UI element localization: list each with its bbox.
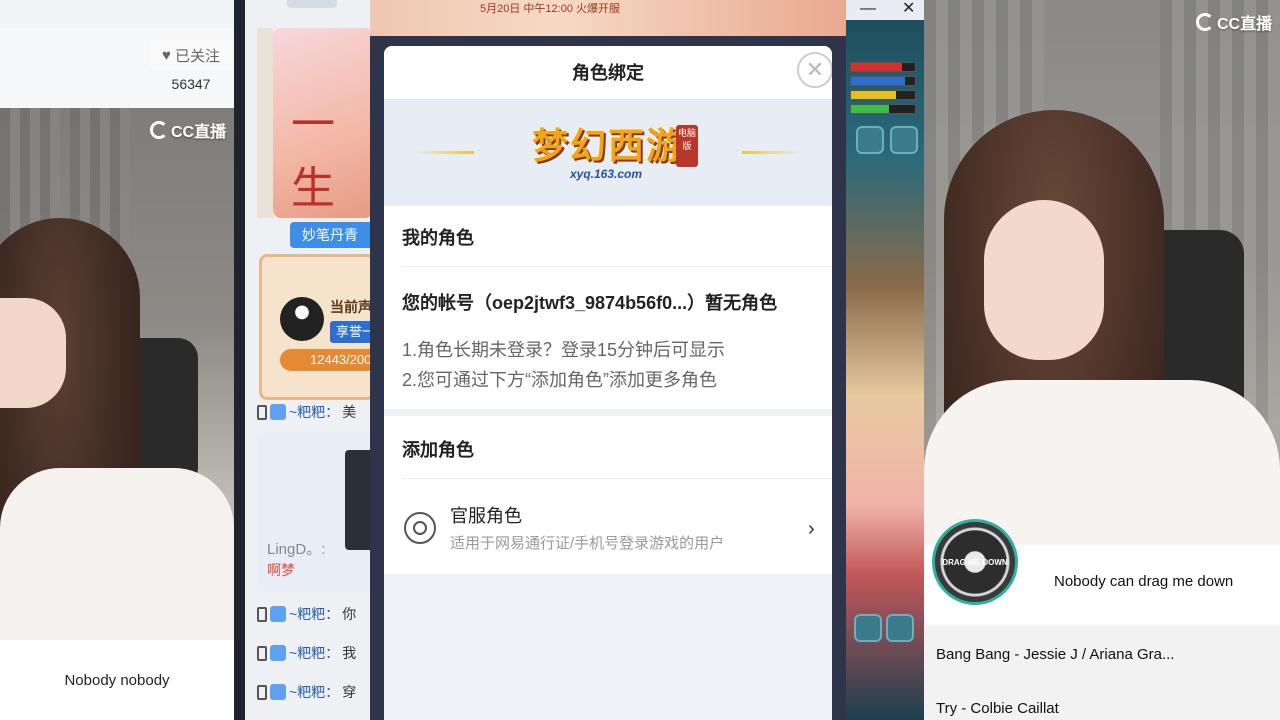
streamer-face — [0, 298, 66, 408]
my-roles-title: 我的角色 — [402, 228, 474, 248]
chat-message[interactable]: ~粑粑： 你 — [257, 604, 356, 624]
cc-logo-icon — [1196, 13, 1214, 31]
mana-bar — [850, 76, 916, 86]
event-banner-text: 5月20日 中午12:00 火爆开服 — [480, 3, 620, 15]
mobile-icon — [257, 645, 267, 661]
close-icon: ✕ — [805, 57, 825, 82]
gift-banner-text: 一生 — [291, 99, 335, 214]
official-role-name[interactable]: 官服角色 — [450, 502, 522, 528]
chat-message[interactable]: ~粑粑： 美 — [257, 402, 356, 422]
chat-text: 穿 — [342, 684, 357, 700]
energy-bar — [850, 90, 916, 100]
mobile-icon — [257, 684, 267, 700]
modal-title: 角色绑定 — [572, 63, 644, 83]
rank-progress: 12443/2000 — [280, 349, 370, 371]
event-banner[interactable]: 5月20日 中午12:00 火爆开服 — [370, 0, 846, 36]
user-badge-icon — [270, 606, 286, 622]
game-skill-icon[interactable] — [890, 126, 918, 154]
left-stream-video[interactable]: CC直播 — [0, 108, 234, 640]
streamer-shirt — [0, 468, 234, 640]
game-logo-band: 梦幻西游 xyq.163.com 电脑版 — [384, 101, 832, 205]
chat-user: LingD。: — [267, 541, 326, 558]
follower-count: 56347 — [171, 76, 211, 92]
follow-button[interactable]: ♥ 已关注 — [150, 40, 232, 70]
chat-user: ~粑粑： — [289, 645, 340, 661]
left-song-title: Nobody nobody — [0, 640, 234, 720]
mobile-icon — [257, 404, 267, 420]
avatar — [280, 297, 324, 341]
account-notice: 您的帐号（oep2jtwf3_9874b56f0...）暂无角色 — [402, 293, 778, 313]
album-art[interactable]: DRAG ME DOWN — [932, 519, 1018, 605]
chat-text: 我 — [342, 645, 357, 661]
cc-watermark-text: CC直播 — [1217, 16, 1273, 33]
chat-message[interactable]: ~粑粑： 我 — [257, 643, 356, 663]
right-stream-panel: CC直播 DRAG ME DOWN Nobody can drag me dow… — [924, 0, 1280, 720]
close-window-button[interactable]: ✕ — [902, 0, 915, 18]
game-skill-icon[interactable] — [856, 126, 884, 154]
logo-divider-right — [742, 151, 802, 154]
cc-watermark: CC直播 — [1196, 10, 1272, 34]
health-bar — [850, 62, 916, 72]
rank-label: 当前声 — [330, 299, 370, 315]
chat-bubble[interactable]: LingD。: 啊梦 — [257, 432, 370, 592]
right-stream-video[interactable]: CC直播 — [924, 0, 1280, 545]
my-roles-section: 我的角色 您的帐号（oep2jtwf3_9874b56f0...）暂无角色 1.… — [384, 206, 832, 409]
heart-icon: ♥ — [162, 46, 171, 64]
exp-bar — [850, 104, 916, 114]
hint-text: 1.角色长期未登录？登录15分钟后可显示 — [402, 340, 726, 360]
chat-user: ~粑粑： — [289, 404, 340, 420]
close-modal-button[interactable]: ✕ — [797, 52, 832, 88]
game-logo: 梦幻西游 xyq.163.com 电脑版 — [532, 117, 702, 187]
left-stream-panel: ♥ 已关注 56347 CC直播 Nobody nobody — [0, 0, 234, 720]
divider — [402, 478, 832, 479]
chat-column: 一生 妙笔丹青 当前声 享誉一 12443/2000 ~粑粑： 美 LingD。… — [245, 0, 370, 720]
user-badge-icon — [270, 404, 286, 420]
gear-icon — [404, 512, 436, 544]
follow-label: 已关注 — [174, 47, 220, 65]
chat-top-tab[interactable] — [287, 0, 337, 8]
chat-user: ~粑粑： — [289, 606, 340, 622]
chat-user: ~粑粑： — [289, 684, 340, 700]
chat-message[interactable]: ~粑粑： 穿 — [257, 682, 356, 702]
add-role-section: 添加角色 官服角色 适用于网易通行证/手机号登录游戏的用户 › — [384, 416, 832, 574]
user-badge-icon — [270, 684, 286, 700]
chat-text: 啊梦 — [267, 562, 295, 578]
game-window[interactable]: — ✕ — [846, 0, 924, 720]
hint-text: 2.您可通过下方“添加角色”添加更多角色 — [402, 370, 717, 390]
user-badge-icon — [270, 645, 286, 661]
music-icon[interactable] — [854, 614, 882, 642]
chevron-right-icon[interactable]: › — [808, 518, 815, 541]
modal-header: 角色绑定 ✕ — [384, 46, 832, 100]
now-playing-bar[interactable]: DRAG ME DOWN Nobody can drag me down — [924, 519, 1280, 625]
minimize-button[interactable]: — — [860, 0, 876, 18]
mobile-icon — [257, 606, 267, 622]
chat-text: 你 — [342, 606, 357, 622]
album-art-text: DRAG ME DOWN — [942, 557, 1008, 567]
rank-card[interactable]: 当前声 享誉一 12443/2000 — [259, 254, 370, 400]
gift-name-label[interactable]: 妙笔丹青 — [290, 222, 370, 248]
dream-icon[interactable] — [886, 614, 914, 642]
game-logo-url: xyq.163.com — [570, 167, 643, 181]
cc-logo-icon — [150, 121, 168, 139]
game-logo-edition: 电脑版 — [676, 125, 698, 167]
queue-item[interactable]: Try - Colbie Caillat — [936, 700, 1059, 717]
gift-banner[interactable]: 一生 — [273, 28, 370, 218]
chat-text: 美 — [342, 404, 357, 420]
queue-item[interactable]: Bang Bang - Jessie J / Ariana Gra... — [936, 646, 1174, 663]
rank-tag: 享誉一 — [330, 321, 370, 343]
cc-watermark: CC直播 — [150, 118, 226, 142]
divider — [402, 266, 832, 267]
modal-body: 角色绑定 ✕ 梦幻西游 xyq.163.com 电脑版 我的角色 您的帐号（oe… — [384, 46, 832, 720]
role-binding-modal: 角色绑定 ✕ 梦幻西游 xyq.163.com 电脑版 我的角色 您的帐号（oe… — [370, 36, 846, 720]
logo-divider-left — [414, 151, 474, 154]
cc-watermark-text: CC直播 — [171, 124, 227, 141]
official-role-desc: 适用于网易通行证/手机号登录游戏的用户 — [450, 535, 725, 552]
phone-screenshot-thumbnail[interactable] — [345, 450, 370, 550]
add-role-title: 添加角色 — [402, 440, 474, 460]
now-playing-title: Nobody can drag me down — [1054, 573, 1234, 590]
streamer-face — [984, 200, 1104, 360]
chat-side-strip — [257, 28, 273, 218]
